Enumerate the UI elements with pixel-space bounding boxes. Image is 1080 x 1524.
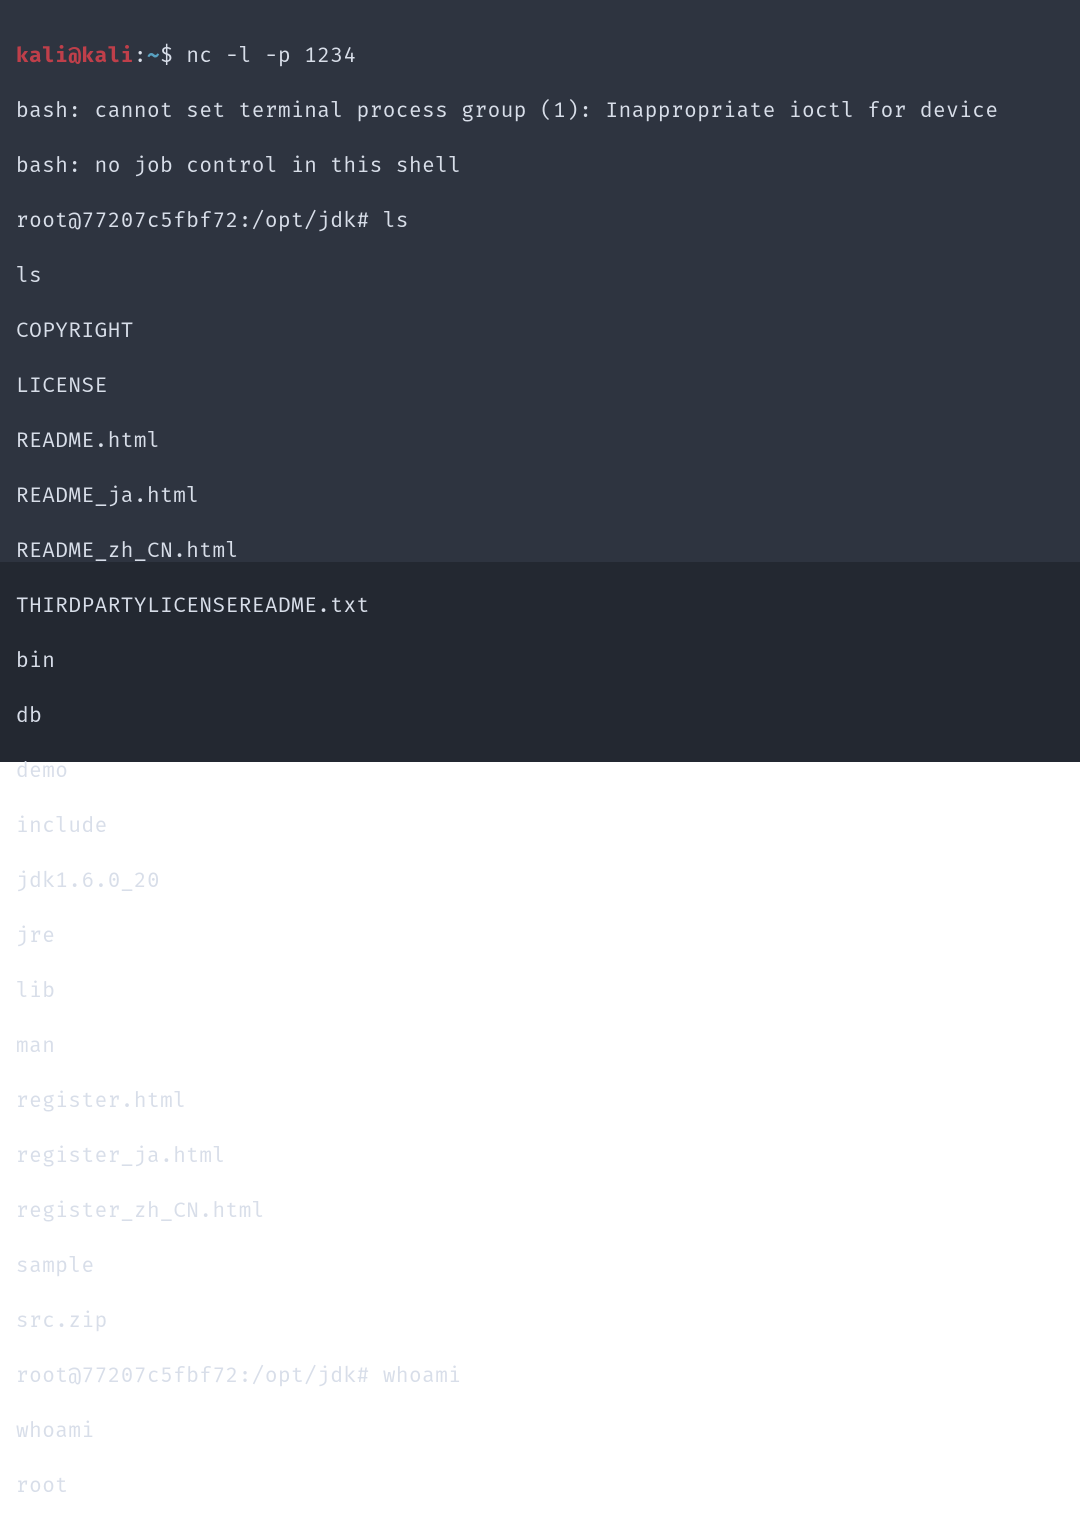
output-line: man bbox=[16, 1032, 1064, 1060]
output-line: ls bbox=[16, 262, 1064, 290]
command-text: whoami bbox=[383, 1362, 462, 1388]
user-host: kali@kali bbox=[16, 42, 134, 68]
dollar-sign: $ bbox=[160, 42, 186, 68]
command-text: nc -l -p 1234 bbox=[186, 42, 356, 68]
output-line: jdk1.6.0_20 bbox=[16, 867, 1064, 895]
output-line: bin bbox=[16, 647, 1064, 675]
prompt-line-3[interactable]: root@77207c5fbf72:/opt/jdk# whoami bbox=[16, 1362, 1064, 1390]
output-line: register_ja.html bbox=[16, 1142, 1064, 1170]
output-line: README_zh_CN.html bbox=[16, 537, 1064, 565]
output-line: register_zh_CN.html bbox=[16, 1197, 1064, 1225]
output-line: jre bbox=[16, 922, 1064, 950]
prompt-line-2[interactable]: root@77207c5fbf72:/opt/jdk# ls bbox=[16, 207, 1064, 235]
output-line: bash: no job control in this shell bbox=[16, 152, 1064, 180]
colon: : bbox=[134, 42, 147, 68]
output-line: src.zip bbox=[16, 1307, 1064, 1335]
cwd-path: ~ bbox=[147, 42, 160, 68]
output-line: COPYRIGHT bbox=[16, 317, 1064, 345]
output-line: demo bbox=[16, 757, 1064, 785]
command-text: ls bbox=[383, 207, 409, 233]
output-line: include bbox=[16, 812, 1064, 840]
output-line: LICENSE bbox=[16, 372, 1064, 400]
output-line: README_ja.html bbox=[16, 482, 1064, 510]
root-prompt: root@77207c5fbf72:/opt/jdk# bbox=[16, 207, 383, 233]
output-line: whoami bbox=[16, 1417, 1064, 1445]
output-line: README.html bbox=[16, 427, 1064, 455]
output-line: lib bbox=[16, 977, 1064, 1005]
output-line: db bbox=[16, 702, 1064, 730]
terminal-viewport[interactable]: kali@kali:~$ nc -l -p 1234 bash: cannot … bbox=[0, 0, 1080, 1524]
output-line: register.html bbox=[16, 1087, 1064, 1115]
root-prompt: root@77207c5fbf72:/opt/jdk# bbox=[16, 1362, 383, 1388]
output-line: sample bbox=[16, 1252, 1064, 1280]
output-line: root bbox=[16, 1472, 1064, 1500]
output-line: bash: cannot set terminal process group … bbox=[16, 97, 1064, 125]
prompt-line-1[interactable]: kali@kali:~$ nc -l -p 1234 bbox=[16, 42, 1064, 70]
output-line: THIRDPARTYLICENSEREADME.txt bbox=[16, 592, 1064, 620]
